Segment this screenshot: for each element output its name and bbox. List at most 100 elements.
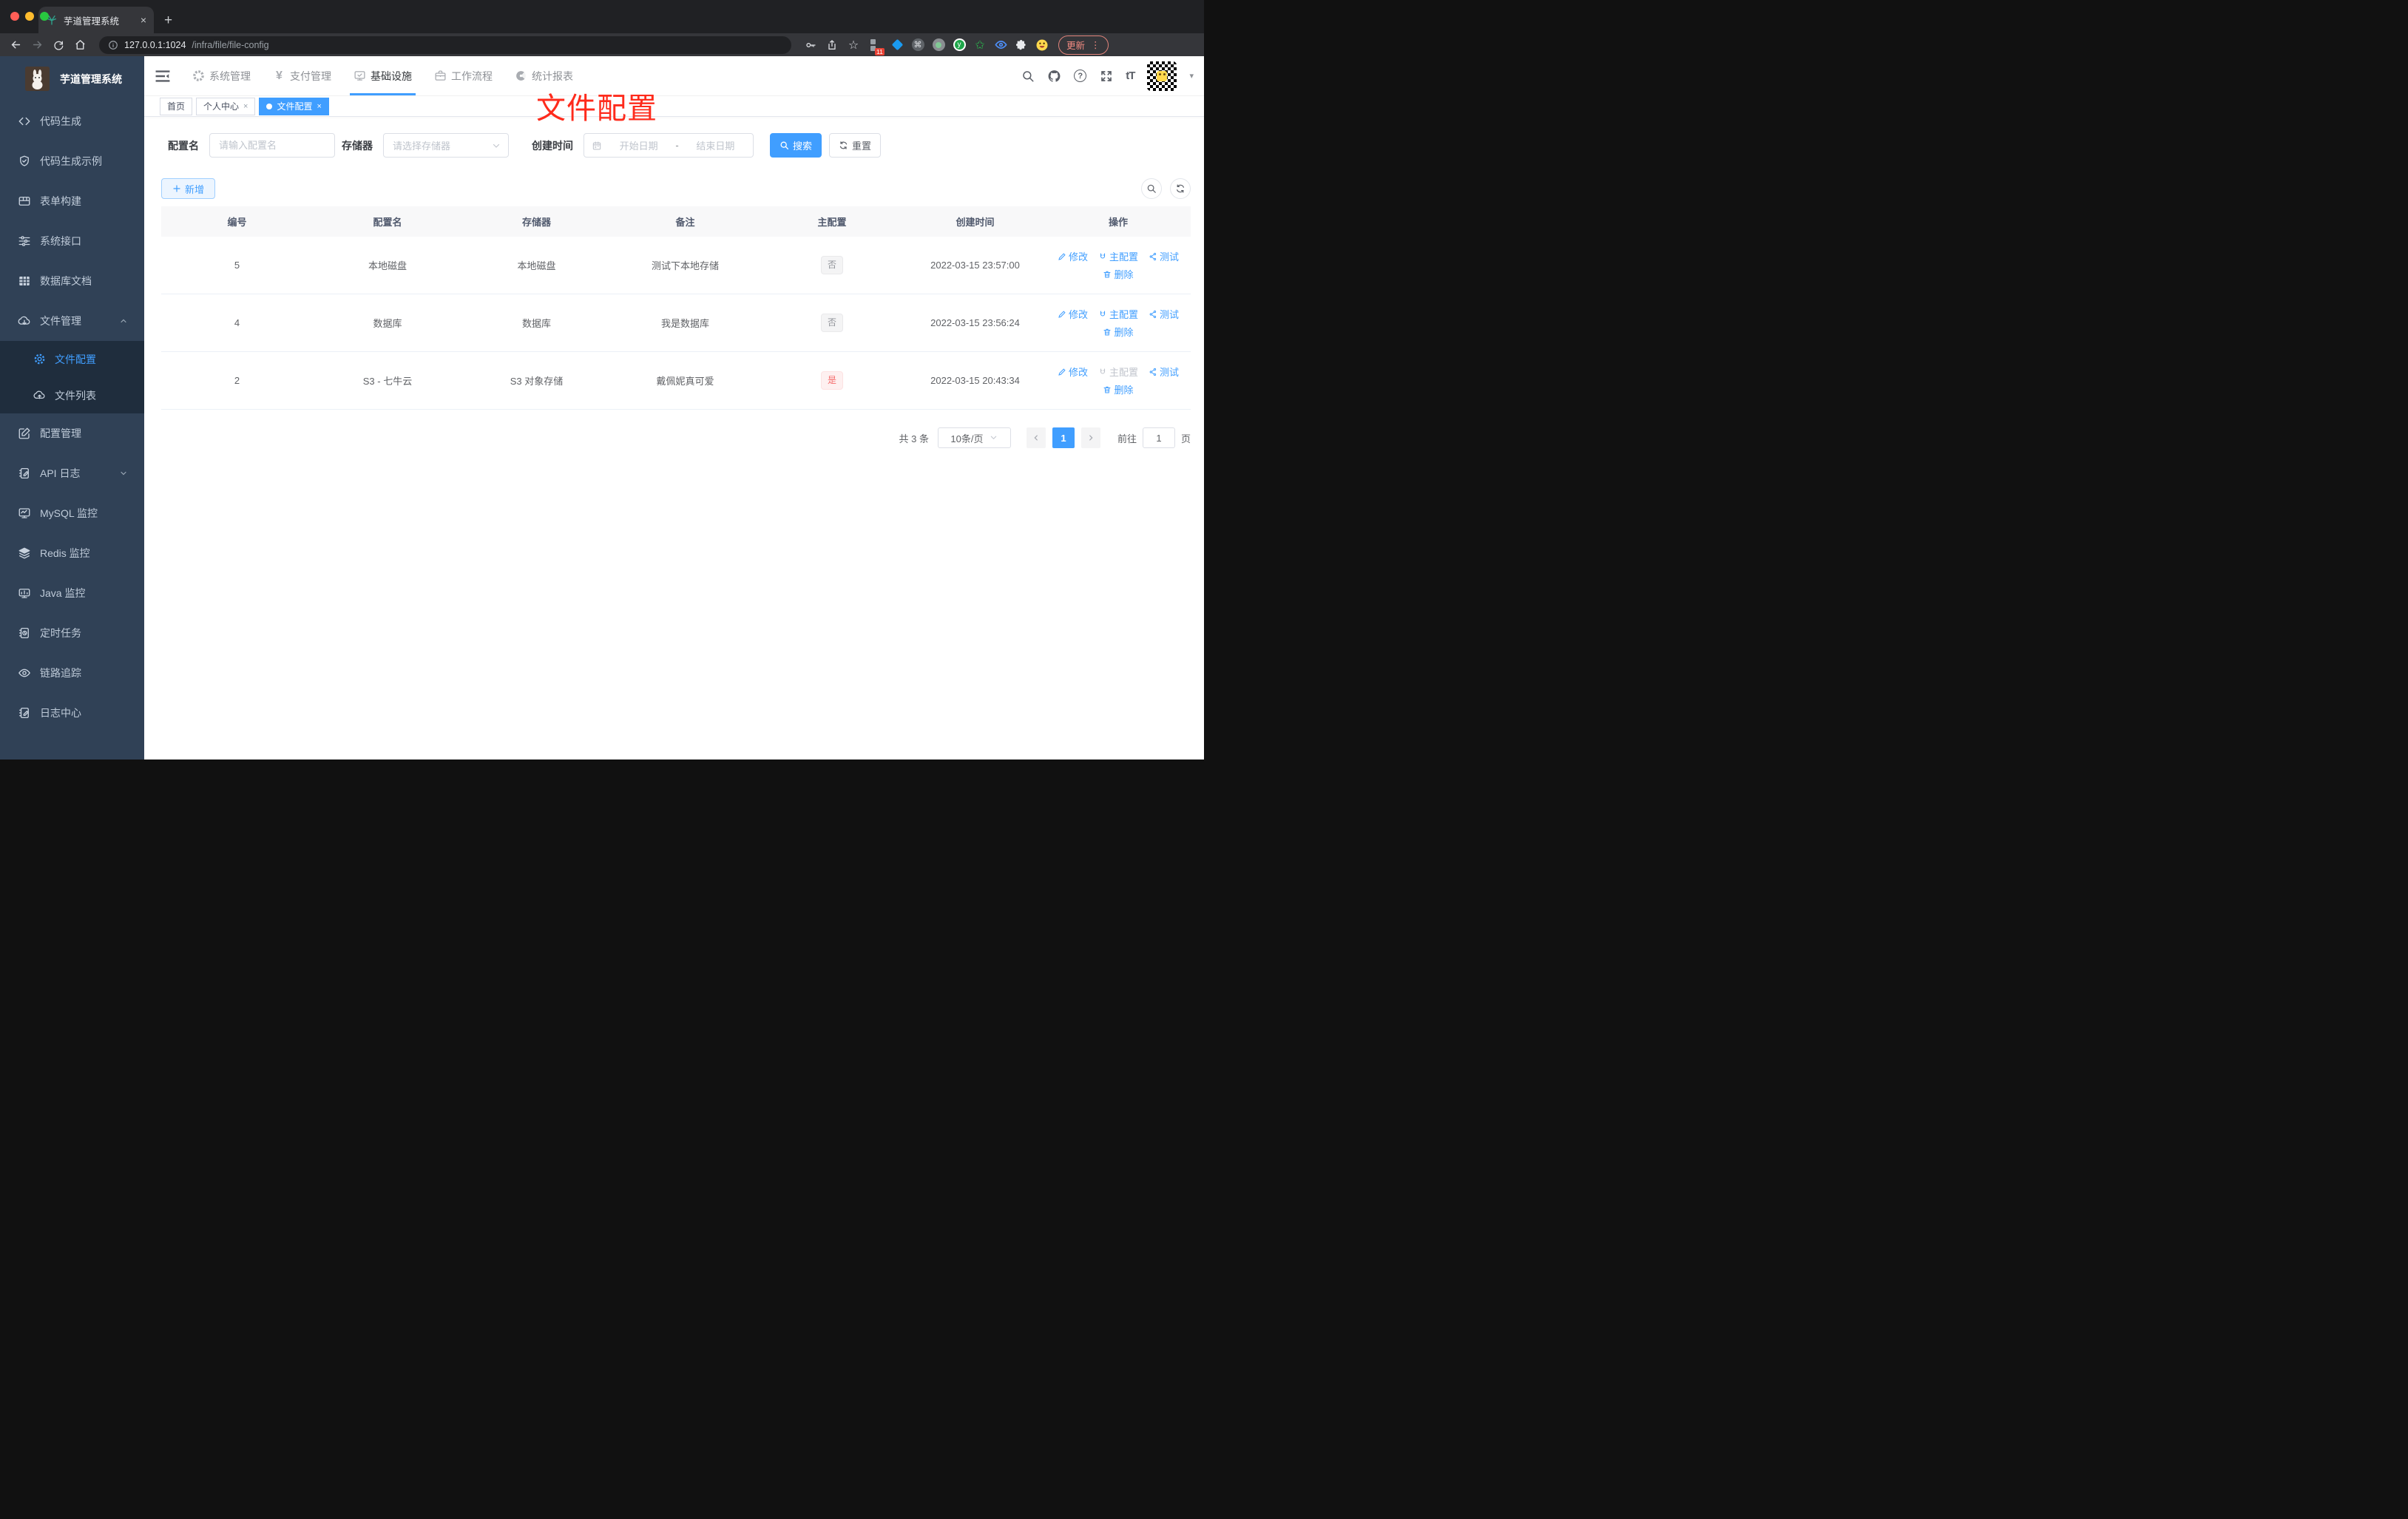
cell-created: 2022-03-15 23:56:24 <box>930 317 1020 328</box>
storage-select[interactable]: 请选择存储器 <box>383 133 509 158</box>
goto-page-input[interactable] <box>1142 427 1175 448</box>
forward-icon[interactable] <box>29 37 45 53</box>
sidebar-item-cron-job[interactable]: 定时任务 <box>0 613 144 653</box>
password-key-icon[interactable] <box>802 37 819 53</box>
sidebar-item-form-builder[interactable]: 表单构建 <box>0 181 144 221</box>
yen-icon: ¥ <box>276 69 283 82</box>
bookmark-star-icon[interactable]: ☆ <box>845 37 862 53</box>
reset-button[interactable]: 重置 <box>829 133 881 158</box>
page-size-select[interactable]: 10条/页 <box>937 427 1011 448</box>
tag-profile[interactable]: 个人中心 × <box>196 97 256 115</box>
sidebar-item-db-doc[interactable]: 数据库文档 <box>0 261 144 301</box>
close-window-button[interactable] <box>10 12 19 21</box>
extension-puzzle-icon[interactable] <box>1015 38 1028 52</box>
edit-link[interactable]: 修改 <box>1058 365 1088 379</box>
tag-file-config[interactable]: 文件配置 × <box>259 97 329 115</box>
sidebar-item-file-list[interactable]: 文件列表 <box>0 377 144 413</box>
help-icon[interactable]: ? <box>1074 70 1087 82</box>
collapse-sidebar-icon[interactable] <box>155 68 171 84</box>
reset-button-label: 重置 <box>851 141 871 152</box>
toggle-search-button[interactable] <box>1141 178 1162 199</box>
cell-name: 数据库 <box>373 318 402 329</box>
topnav-pay[interactable]: ¥ 支付管理 <box>262 56 342 95</box>
extension-record-icon[interactable] <box>932 38 945 52</box>
delete-link[interactable]: 删除 <box>1103 325 1134 339</box>
refresh-table-button[interactable] <box>1170 178 1191 199</box>
sidebar-item-mysql-monitor[interactable]: MySQL 监控 <box>0 493 144 533</box>
extension-kite-icon[interactable] <box>890 38 904 52</box>
reload-icon[interactable] <box>50 37 67 53</box>
date-range-picker[interactable]: 开始日期 - 结束日期 <box>584 133 754 158</box>
master-link[interactable]: 主配置 <box>1098 307 1138 321</box>
tag-home[interactable]: 首页 <box>160 97 193 115</box>
test-link[interactable]: 测试 <box>1149 365 1179 379</box>
sidebar-item-file-manage[interactable]: 文件管理 <box>0 301 144 341</box>
sidebar-item-config-manage[interactable]: 配置管理 <box>0 413 144 453</box>
extension-y-icon[interactable]: y <box>953 38 966 52</box>
extension-grid-icon[interactable]: 11 <box>870 38 885 55</box>
app-logo-row[interactable]: 芋道管理系统 <box>0 56 144 98</box>
extension-emoji-icon[interactable] <box>1035 38 1049 52</box>
sidebar-item-code-gen[interactable]: 代码生成 <box>0 101 144 141</box>
extension-star-icon[interactable]: ✩ <box>973 38 987 52</box>
page-number-current[interactable]: 1 <box>1052 427 1075 448</box>
site-info-icon[interactable] <box>108 37 118 53</box>
page-size-value: 10条/页 <box>950 433 984 444</box>
url-bar[interactable]: 127.0.0.1:1024/infra/file/file-config <box>99 35 791 54</box>
font-size-icon[interactable]: tT <box>1126 70 1135 82</box>
tag-close-icon[interactable]: × <box>243 102 248 111</box>
add-button[interactable]: 新增 <box>161 178 215 199</box>
topnav-infra[interactable]: 基础设施 <box>342 56 423 95</box>
tag-close-icon[interactable]: × <box>317 102 321 111</box>
code-icon <box>18 115 31 128</box>
share-icon[interactable] <box>824 37 840 53</box>
test-link[interactable]: 测试 <box>1149 307 1179 321</box>
browser-menu-icon[interactable]: ⋮ <box>1091 39 1100 50</box>
maximize-window-button[interactable] <box>40 12 49 21</box>
topnav-report[interactable]: 统计报表 <box>504 56 584 95</box>
cell-storage: 数据库 <box>521 318 551 329</box>
topnav-system[interactable]: 系统管理 <box>181 56 262 95</box>
tab-close-icon[interactable]: × <box>141 14 146 26</box>
search-button[interactable]: 搜索 <box>770 133 822 158</box>
app-navbar: 系统管理 ¥ 支付管理 基础设施 工作流程 统计报表 ? tT ▾ <box>144 56 1204 96</box>
delete-link[interactable]: 删除 <box>1103 267 1134 281</box>
sidebar-item-log-center[interactable]: 日志中心 <box>0 693 144 733</box>
browser-tab[interactable]: 芋道管理系统 × <box>38 7 154 33</box>
delete-link[interactable]: 删除 <box>1103 382 1134 396</box>
page-content: 配置名 存储器 请选择存储器 创建时间 开始日期 - 结束日期 <box>144 117 1204 760</box>
minimize-window-button[interactable] <box>25 12 34 21</box>
home-icon[interactable] <box>72 37 88 53</box>
new-tab-button[interactable]: + <box>164 13 172 29</box>
extension-command-icon[interactable]: ⌘ <box>911 38 924 52</box>
navbar-actions: ? tT ▾ <box>1021 61 1194 91</box>
sidebar-item-tracing[interactable]: 链路追踪 <box>0 653 144 693</box>
config-name-input[interactable] <box>219 140 325 151</box>
topnav-workflow[interactable]: 工作流程 <box>423 56 504 95</box>
browser-window: 芋道管理系统 × + 127.0.0.1:1024/infra/file/fil… <box>0 0 1204 760</box>
github-icon[interactable] <box>1047 69 1061 83</box>
sidebar-item-redis-monitor[interactable]: Redis 监控 <box>0 533 144 573</box>
next-page-button[interactable] <box>1080 427 1100 448</box>
prev-page-button[interactable] <box>1026 427 1046 448</box>
avatar[interactable] <box>1147 61 1177 91</box>
sidebar-item-code-demo[interactable]: 代码生成示例 <box>0 141 144 181</box>
sidebar-item-file-config[interactable]: 文件配置 <box>0 341 144 377</box>
fullscreen-icon[interactable] <box>1099 69 1113 83</box>
edit-link[interactable]: 修改 <box>1058 249 1088 263</box>
browser-toolbar: 127.0.0.1:1024/infra/file/file-config ☆ … <box>0 33 1204 56</box>
browser-update-button[interactable]: 更新 ⋮ <box>1058 35 1109 55</box>
extension-eye-icon[interactable] <box>994 38 1007 52</box>
sidebar-item-api-log[interactable]: API 日志 <box>0 453 144 493</box>
master-link[interactable]: 主配置 <box>1098 249 1138 263</box>
test-link[interactable]: 测试 <box>1149 249 1179 263</box>
avatar-caret-icon[interactable]: ▾ <box>1189 71 1194 81</box>
edit-link[interactable]: 修改 <box>1058 307 1088 321</box>
back-icon[interactable] <box>7 37 24 53</box>
sidebar-item-system-api[interactable]: 系统接口 <box>0 221 144 261</box>
cloud-upload-icon <box>33 389 46 402</box>
search-icon[interactable] <box>1021 69 1035 83</box>
sidebar-item-java-monitor[interactable]: Java 监控 <box>0 573 144 613</box>
cell-id: 5 <box>234 260 240 271</box>
config-name-field[interactable] <box>209 133 335 158</box>
